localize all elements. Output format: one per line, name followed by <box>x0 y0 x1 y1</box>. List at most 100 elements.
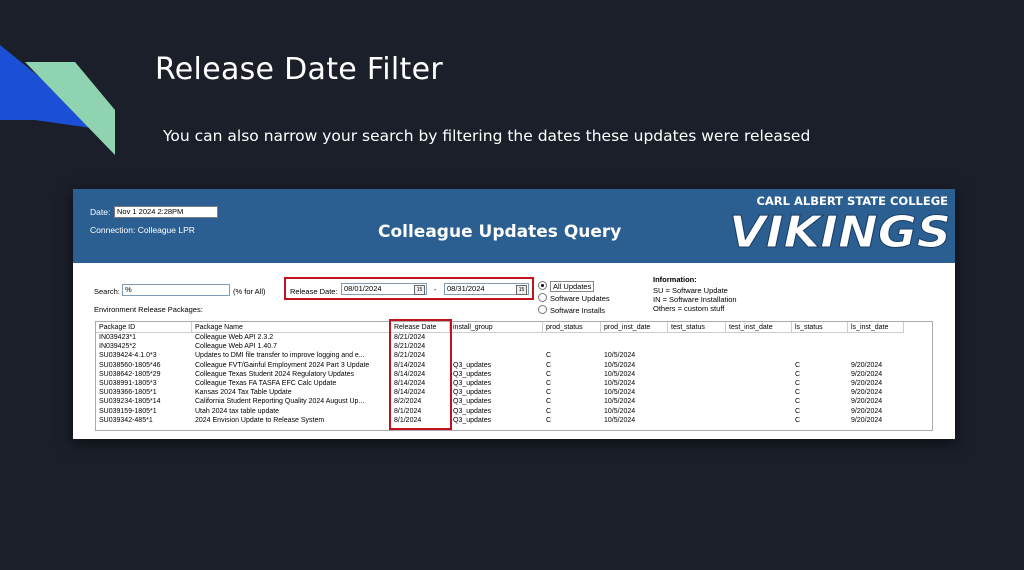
table-cell[interactable] <box>668 351 726 360</box>
table-cell[interactable] <box>668 407 726 416</box>
table-cell[interactable] <box>726 333 792 342</box>
table-cell[interactable] <box>792 351 848 360</box>
table-cell[interactable] <box>848 333 904 342</box>
table-cell[interactable] <box>726 416 792 425</box>
table-cell[interactable] <box>726 397 792 406</box>
table-cell[interactable] <box>601 342 668 351</box>
table-cell[interactable]: C <box>792 388 848 397</box>
table-cell[interactable]: Colleague Texas Student 2024 Regulatory … <box>192 370 391 379</box>
table-cell[interactable]: 10/5/2024 <box>601 416 668 425</box>
table-cell[interactable]: 10/5/2024 <box>601 407 668 416</box>
table-cell[interactable] <box>726 379 792 388</box>
table-cell[interactable]: Q3_updates <box>450 361 543 370</box>
table-cell[interactable] <box>726 370 792 379</box>
table-cell[interactable]: C <box>792 379 848 388</box>
table-cell[interactable]: Colleague Web API 1.40.7 <box>192 342 391 351</box>
table-cell[interactable]: Q3_updates <box>450 407 543 416</box>
table-cell[interactable]: 9/20/2024 <box>848 370 904 379</box>
table-cell[interactable] <box>668 361 726 370</box>
table-cell[interactable] <box>450 333 543 342</box>
table-cell[interactable]: C <box>792 416 848 425</box>
table-cell[interactable]: Colleague Web API 2.3.2 <box>192 333 391 342</box>
table-cell[interactable] <box>848 351 904 360</box>
table-cell[interactable]: 2024 Envision Update to Release System <box>192 416 391 425</box>
table-cell[interactable]: SU039424-4.1.0*3 <box>96 351 192 360</box>
column-header[interactable]: Package ID <box>96 322 192 333</box>
table-cell[interactable] <box>792 342 848 351</box>
table-cell[interactable]: C <box>792 370 848 379</box>
radio-software-installs[interactable]: Software Installs <box>538 305 605 315</box>
search-input[interactable]: % <box>122 284 230 296</box>
date-field[interactable]: Nov 1 2024 2:28PM <box>114 206 218 218</box>
table-cell[interactable]: C <box>543 388 601 397</box>
table-cell[interactable]: C <box>543 416 601 425</box>
table-cell[interactable]: 10/5/2024 <box>601 388 668 397</box>
column-header[interactable]: test_status <box>668 322 726 333</box>
table-cell[interactable]: 10/5/2024 <box>601 361 668 370</box>
table-cell[interactable]: SU038991-1805*3 <box>96 379 192 388</box>
table-cell[interactable] <box>668 388 726 397</box>
table-cell[interactable] <box>792 333 848 342</box>
table-cell[interactable]: Q3_updates <box>450 370 543 379</box>
table-cell[interactable]: 9/20/2024 <box>848 416 904 425</box>
table-cell[interactable]: Q3_updates <box>450 379 543 388</box>
table-cell[interactable] <box>726 361 792 370</box>
table-cell[interactable]: C <box>543 361 601 370</box>
table-cell[interactable]: C <box>543 351 601 360</box>
table-cell[interactable] <box>668 333 726 342</box>
table-cell[interactable]: SU039234-1805*14 <box>96 397 192 406</box>
table-cell[interactable] <box>543 342 601 351</box>
table-cell[interactable] <box>668 342 726 351</box>
table-cell[interactable]: Colleague FVT/Gainful Employment 2024 Pa… <box>192 361 391 370</box>
table-cell[interactable] <box>668 416 726 425</box>
table-cell[interactable]: Updates to DMI file transfer to improve … <box>192 351 391 360</box>
table-cell[interactable]: Q3_updates <box>450 397 543 406</box>
table-cell[interactable] <box>726 351 792 360</box>
table-cell[interactable] <box>668 370 726 379</box>
calendar-icon[interactable]: 15 <box>414 285 425 295</box>
table-cell[interactable]: C <box>543 379 601 388</box>
column-header[interactable]: install_group <box>450 322 543 333</box>
release-date-from-input[interactable]: 08/01/2024 15 <box>341 283 427 295</box>
packages-table[interactable]: Package ID IN039423*1 IN039425*2 SU039424-4… <box>95 321 933 431</box>
column-header[interactable]: ls_status <box>792 322 848 333</box>
table-cell[interactable]: Q3_updates <box>450 388 543 397</box>
release-date-to-input[interactable]: 08/31/2024 15 <box>444 283 529 295</box>
table-cell[interactable]: SU039159-1805*1 <box>96 407 192 416</box>
column-header[interactable]: ls_inst_date <box>848 322 904 333</box>
table-cell[interactable]: SU038560-1805*46 <box>96 361 192 370</box>
table-cell[interactable] <box>450 342 543 351</box>
table-cell[interactable] <box>726 342 792 351</box>
radio-software-updates[interactable]: Software Updates <box>538 293 610 303</box>
table-cell[interactable]: 10/5/2024 <box>601 370 668 379</box>
table-cell[interactable] <box>543 333 601 342</box>
table-cell[interactable]: 9/20/2024 <box>848 388 904 397</box>
table-cell[interactable]: 10/5/2024 <box>601 379 668 388</box>
table-cell[interactable]: C <box>792 407 848 416</box>
table-cell[interactable]: 9/20/2024 <box>848 361 904 370</box>
column-header[interactable]: Package Name <box>192 322 391 333</box>
table-cell[interactable]: 9/20/2024 <box>848 379 904 388</box>
table-cell[interactable] <box>668 379 726 388</box>
table-cell[interactable]: SU039366-1805*1 <box>96 388 192 397</box>
table-cell[interactable]: 10/5/2024 <box>601 397 668 406</box>
table-cell[interactable]: IN039423*1 <box>96 333 192 342</box>
table-cell[interactable] <box>450 351 543 360</box>
table-cell[interactable]: C <box>792 361 848 370</box>
column-header[interactable]: prod_inst_date <box>601 322 668 333</box>
calendar-icon[interactable]: 15 <box>516 285 527 295</box>
table-cell[interactable]: C <box>543 370 601 379</box>
column-header[interactable]: test_inst_date <box>726 322 792 333</box>
table-cell[interactable]: 9/20/2024 <box>848 407 904 416</box>
table-cell[interactable]: Utah 2024 tax table update <box>192 407 391 416</box>
table-cell[interactable]: Colleague Texas FA TASFA EFC Calc Update <box>192 379 391 388</box>
table-cell[interactable]: IN039425*2 <box>96 342 192 351</box>
table-cell[interactable]: SU039342-485*1 <box>96 416 192 425</box>
table-cell[interactable]: Q3_updates <box>450 416 543 425</box>
table-cell[interactable] <box>726 388 792 397</box>
table-cell[interactable] <box>601 333 668 342</box>
table-cell[interactable]: SU038642-1805*29 <box>96 370 192 379</box>
table-cell[interactable] <box>848 342 904 351</box>
table-cell[interactable]: 10/5/2024 <box>601 351 668 360</box>
table-cell[interactable] <box>668 397 726 406</box>
